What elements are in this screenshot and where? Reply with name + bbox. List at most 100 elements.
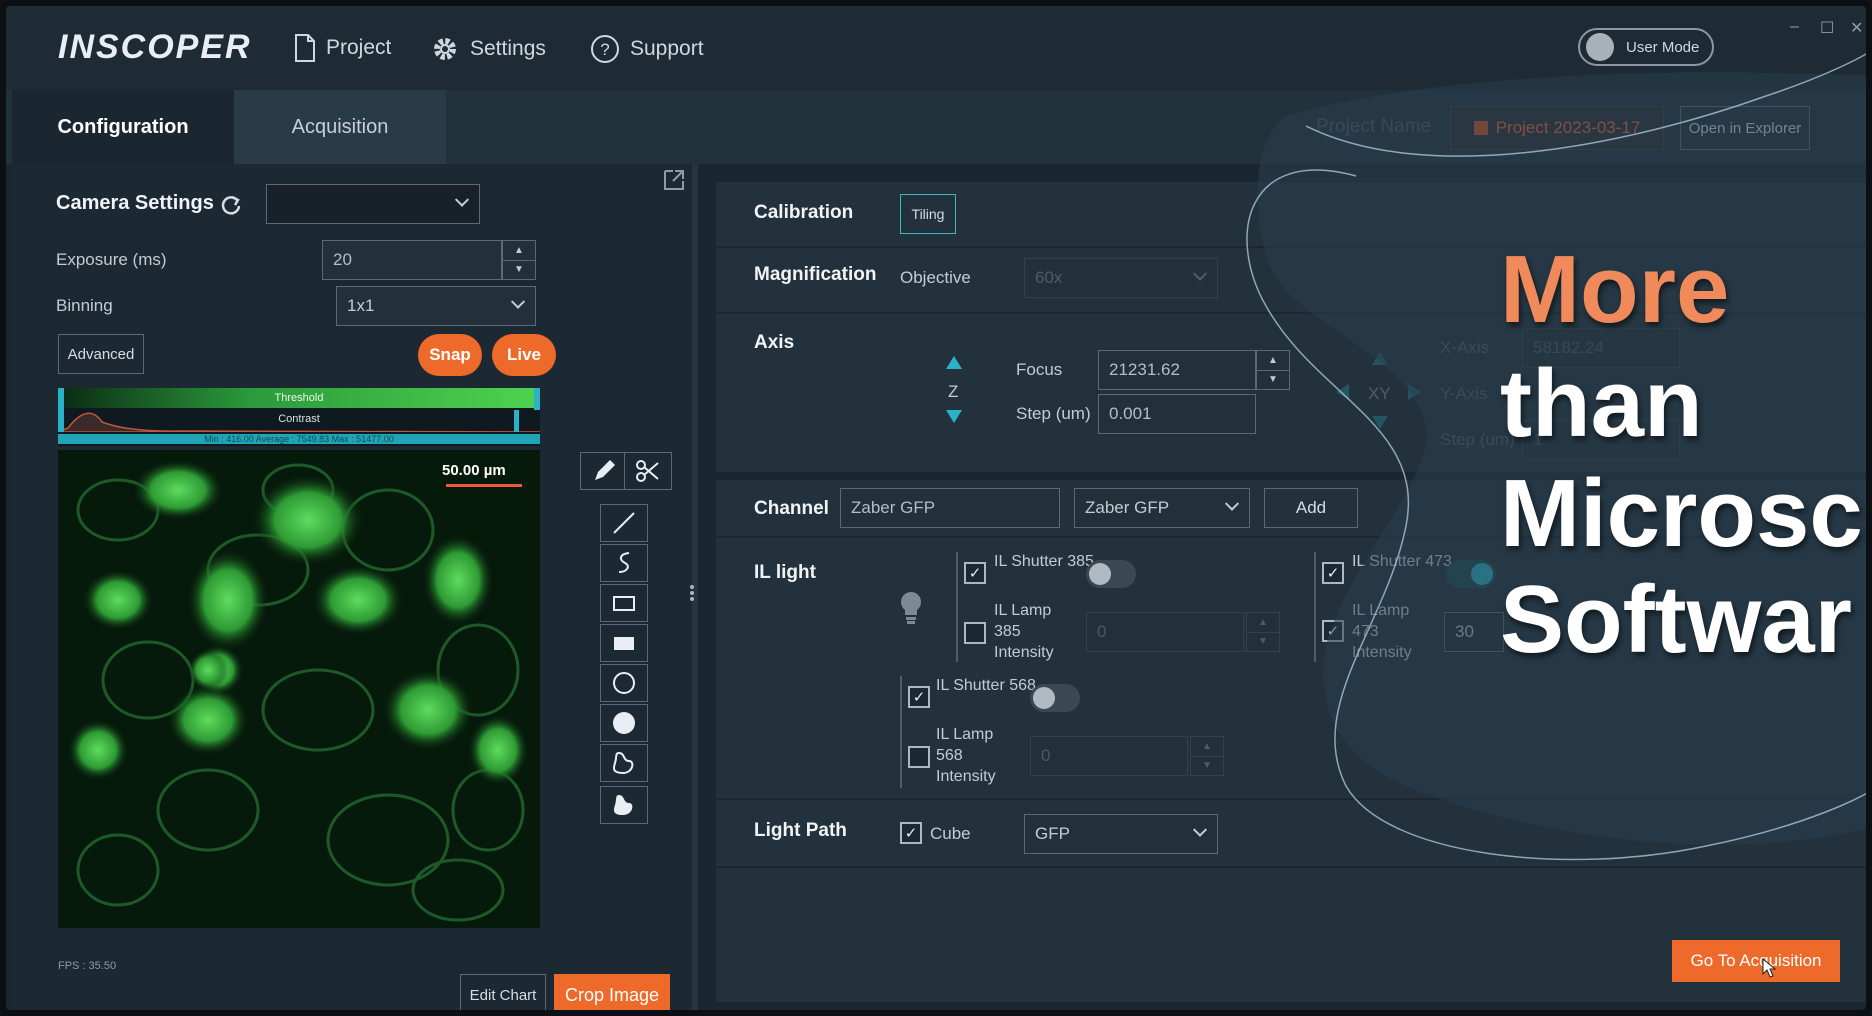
freehand-tool[interactable] — [600, 544, 648, 582]
crop-image-button[interactable]: Crop Image — [554, 974, 670, 1010]
y-down-arrow-icon[interactable] — [1372, 416, 1388, 429]
exposure-input[interactable]: 20 — [322, 240, 502, 280]
menu-support[interactable]: ? Support — [590, 34, 704, 64]
filled-polygon-icon — [613, 795, 633, 815]
polygon-tool[interactable] — [600, 744, 648, 782]
popout-icon[interactable] — [662, 168, 686, 192]
z-up-arrow-icon[interactable] — [946, 356, 962, 369]
snap-button[interactable]: Snap — [418, 334, 482, 376]
lamp-568-label: IL Lamp 568 Intensity — [936, 726, 996, 785]
lamp-568-checkbox[interactable] — [908, 746, 930, 768]
tiling-button[interactable]: Tiling — [900, 194, 956, 234]
exposure-label: Exposure (ms) — [56, 250, 167, 269]
threshold-bar[interactable]: Threshold — [58, 388, 540, 408]
advanced-button[interactable]: Advanced — [58, 334, 144, 374]
camera-settings-heading: Camera Settings — [56, 192, 214, 214]
filled-rectangle-icon — [614, 637, 634, 650]
x-axis-label: X-Axis — [1440, 338, 1490, 357]
histogram[interactable]: Threshold Contrast Min : 416.00 Average … — [58, 388, 540, 446]
min-handle[interactable] — [58, 388, 64, 432]
shutter-568-checkbox[interactable]: ✓ — [908, 686, 930, 708]
row-divider — [716, 798, 1866, 800]
camera-select[interactable] — [266, 184, 480, 224]
top-bar: INSCOPER Project Settings ? Support User… — [6, 6, 1866, 90]
max-handle[interactable] — [534, 388, 540, 410]
chevron-down-icon[interactable]: ▼ — [1191, 755, 1223, 776]
z-label: Z — [948, 382, 959, 401]
lamp-473-checkbox[interactable]: ✓ — [1322, 620, 1344, 642]
edit-chart-button[interactable]: Edit Chart — [460, 974, 546, 1010]
channel-name-input[interactable]: Zaber GFP — [840, 488, 1060, 528]
cube-select[interactable]: GFP — [1024, 814, 1218, 854]
filled-polygon-tool[interactable] — [600, 786, 648, 824]
contrast-handle[interactable] — [514, 410, 519, 432]
shutter-473-toggle[interactable] — [1446, 560, 1496, 588]
x-right-arrow-icon[interactable] — [1408, 384, 1421, 400]
focus-input[interactable]: 21231.62 — [1098, 350, 1256, 390]
user-mode-toggle[interactable]: User Mode — [1578, 28, 1714, 66]
close-button[interactable]: ✕ — [1850, 18, 1863, 38]
scale-bar — [446, 484, 522, 487]
channel-select[interactable]: Zaber GFP — [1074, 488, 1250, 528]
lamp-473-input[interactable]: 30 — [1444, 612, 1504, 652]
add-channel-button[interactable]: Add — [1264, 488, 1358, 528]
rectangle-tool[interactable] — [600, 584, 648, 622]
headline-line-4: Softwar — [1500, 566, 1853, 673]
lamp-385-input[interactable]: 0 — [1086, 612, 1244, 652]
go-to-acquisition-button[interactable]: Go To Acquisition — [1672, 940, 1840, 982]
binning-select[interactable]: 1x1 — [336, 286, 536, 326]
refresh-icon[interactable] — [220, 194, 242, 216]
chevron-up-icon[interactable]: ▲ — [1191, 737, 1223, 756]
live-button[interactable]: Live — [492, 334, 556, 376]
project-name-button[interactable]: Project 2023-03-17 — [1450, 106, 1664, 150]
circle-tool[interactable] — [600, 664, 648, 702]
chevron-up-icon[interactable]: ▲ — [1247, 613, 1279, 632]
xy-label: XY — [1368, 384, 1391, 403]
filled-circle-icon — [613, 712, 635, 734]
contrast-bar[interactable]: Contrast — [58, 410, 540, 428]
shutter-385-checkbox[interactable]: ✓ — [964, 562, 986, 584]
tab-configuration[interactable]: Configuration — [12, 90, 234, 164]
cube-checkbox[interactable]: ✓ — [900, 822, 922, 844]
filled-rectangle-tool[interactable] — [600, 624, 648, 662]
menu-settings[interactable]: Settings — [430, 34, 546, 64]
shutter-568-toggle[interactable] — [1030, 684, 1080, 712]
focus-stepper[interactable]: ▲ ▼ — [1256, 350, 1290, 390]
lamp-385-checkbox[interactable] — [964, 622, 986, 644]
open-in-explorer-button[interactable]: Open in Explorer — [1680, 106, 1810, 150]
shutter-568-label: IL Shutter 568 — [936, 677, 1036, 694]
chevron-down-icon — [1224, 496, 1240, 511]
z-down-arrow-icon[interactable] — [946, 410, 962, 423]
line-tool[interactable] — [600, 504, 648, 542]
project-icon — [1473, 121, 1488, 135]
chevron-down-icon — [454, 192, 470, 207]
lamp-385-label: IL Lamp 385 Intensity — [994, 602, 1054, 661]
objective-select[interactable]: 60x — [1024, 258, 1218, 298]
chevron-up-icon[interactable]: ▲ — [503, 241, 535, 260]
chevron-down-icon[interactable]: ▼ — [1247, 631, 1279, 652]
shutter-473-checkbox[interactable]: ✓ — [1322, 562, 1344, 584]
filled-circle-tool[interactable] — [600, 704, 648, 742]
chevron-up-icon[interactable]: ▲ — [1257, 351, 1289, 370]
row-divider — [716, 866, 1866, 868]
lamp-568-input[interactable]: 0 — [1030, 736, 1188, 776]
chevron-down-icon[interactable]: ▼ — [1257, 369, 1289, 390]
z-step-input[interactable]: 0.001 — [1098, 394, 1256, 434]
lamp-568-stepper[interactable]: ▲ ▼ — [1190, 736, 1224, 776]
maximize-button[interactable]: ☐ — [1820, 18, 1834, 38]
scissors-tool[interactable] — [624, 452, 672, 490]
exposure-stepper[interactable]: ▲ ▼ — [502, 240, 536, 280]
tab-acquisition[interactable]: Acquisition — [234, 90, 446, 164]
lamp-385-stepper[interactable]: ▲ ▼ — [1246, 612, 1280, 652]
y-up-arrow-icon[interactable] — [1372, 352, 1388, 365]
binning-value: 1x1 — [347, 296, 375, 315]
menu-project[interactable]: Project — [294, 34, 391, 62]
pencil-tool[interactable] — [580, 452, 628, 490]
document-icon — [295, 34, 315, 62]
x-left-arrow-icon[interactable] — [1336, 384, 1349, 400]
chevron-down-icon[interactable]: ▼ — [503, 259, 535, 280]
microscope-image[interactable] — [58, 450, 540, 928]
histogram-stats: Min : 416.00 Average : 7549.83 Max : 514… — [58, 434, 540, 444]
shutter-385-toggle[interactable] — [1086, 560, 1136, 588]
minimize-button[interactable]: – — [1790, 18, 1799, 36]
